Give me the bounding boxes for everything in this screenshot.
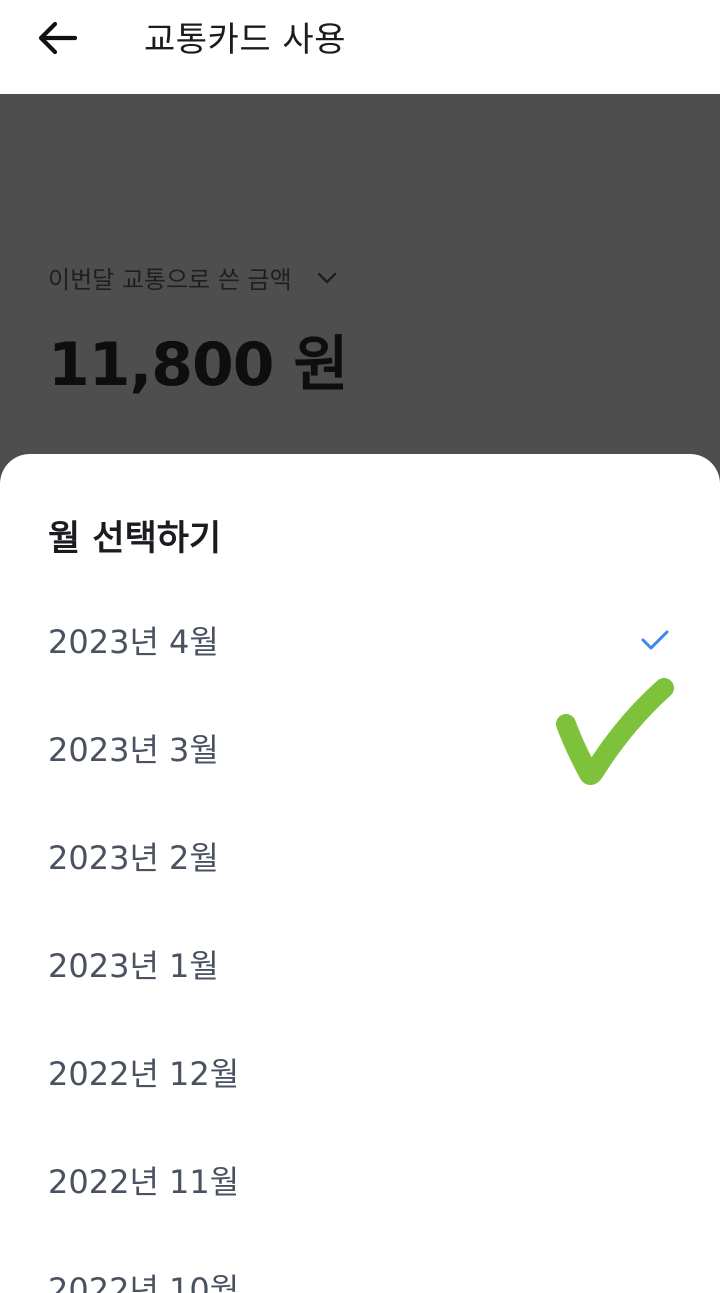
month-label: 2023년 4월 xyxy=(48,623,219,661)
back-button[interactable] xyxy=(28,16,86,64)
month-item-2023-04[interactable]: 2023년 4월 xyxy=(0,586,720,694)
month-picker-sheet: 월 선택하기 2023년 4월 2023년 3월 2023년 2월 2023년 … xyxy=(0,454,720,1293)
sheet-title: 월 선택하기 xyxy=(48,519,222,559)
screen: 이번달 교통으로 쓴 금액 11,800 원 교통카드 사용 월 선택하기 20… xyxy=(0,0,720,1293)
summary-amount: 11,800 원 xyxy=(48,330,349,400)
app-bar: 교통카드 사용 xyxy=(0,0,720,94)
month-item-2023-01[interactable]: 2023년 1월 xyxy=(0,910,720,1018)
month-item-2022-12[interactable]: 2022년 12월 xyxy=(0,1018,720,1126)
chevron-down-icon xyxy=(314,265,340,291)
summary-label: 이번달 교통으로 쓴 금액 xyxy=(48,266,292,294)
summary-overlay[interactable]: 이번달 교통으로 쓴 금액 11,800 원 xyxy=(0,94,720,474)
month-label: 2023년 3월 xyxy=(48,731,219,769)
month-item-2022-11[interactable]: 2022년 11월 xyxy=(0,1126,720,1234)
month-label: 2022년 10월 xyxy=(48,1271,240,1293)
check-icon xyxy=(640,628,670,652)
month-summary-toggle[interactable]: 이번달 교통으로 쓴 금액 xyxy=(48,260,340,295)
month-label: 2022년 12월 xyxy=(48,1055,240,1093)
month-label: 2023년 2월 xyxy=(48,839,219,877)
page-title: 교통카드 사용 xyxy=(144,20,346,60)
month-item-2023-02[interactable]: 2023년 2월 xyxy=(0,802,720,910)
month-item-2022-10[interactable]: 2022년 10월 xyxy=(0,1234,720,1293)
arrow-left-icon xyxy=(35,20,79,60)
month-list: 2023년 4월 2023년 3월 2023년 2월 2023년 1월 2022… xyxy=(0,586,720,1293)
month-item-2023-03[interactable]: 2023년 3월 xyxy=(0,694,720,802)
month-label: 2022년 11월 xyxy=(48,1163,240,1201)
month-label: 2023년 1월 xyxy=(48,947,219,985)
